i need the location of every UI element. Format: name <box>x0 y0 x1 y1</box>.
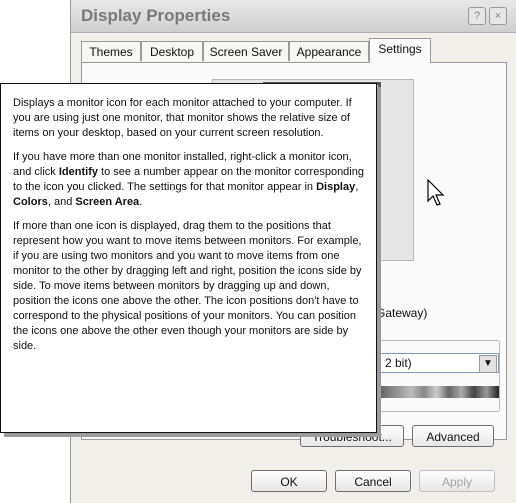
tooltip-text: . <box>139 196 143 208</box>
color-quality-select[interactable]: 2 bit) ▼ <box>374 353 499 373</box>
help-icon[interactable]: ? <box>468 7 486 25</box>
tooltip-paragraph-1: Displays a monitor icon for each monitor… <box>13 97 352 139</box>
ok-button[interactable]: OK <box>251 470 327 492</box>
tab-themes[interactable]: Themes <box>81 41 141 61</box>
advanced-button[interactable]: Advanced <box>412 425 494 447</box>
tooltip-paragraph-3: If more than one icon is displayed, drag… <box>13 220 362 352</box>
window-title: Display Properties <box>81 6 231 25</box>
chevron-down-icon[interactable]: ▼ <box>479 355 497 373</box>
tooltip-text: , <box>355 181 359 193</box>
close-icon[interactable]: × <box>489 7 507 25</box>
color-quality-value: 2 bit) <box>385 356 412 370</box>
tooltip-keyword-identify: Identify <box>58 166 98 178</box>
arrow-cursor-icon <box>427 179 445 206</box>
title-bar: Display Properties ? × <box>71 0 516 33</box>
cancel-button[interactable]: Cancel <box>335 470 411 492</box>
tooltip-paragraph-2: If you have more than one monitor instal… <box>13 150 368 210</box>
tab-desktop[interactable]: Desktop <box>141 41 203 61</box>
tab-settings[interactable]: Settings <box>369 38 431 63</box>
help-tooltip: Displays a monitor icon for each monitor… <box>0 83 377 433</box>
tooltip-keyword-screen-area: Screen Area <box>75 196 140 208</box>
tab-appearance[interactable]: Appearance <box>289 41 369 61</box>
tooltip-keyword-display: Display <box>316 181 356 193</box>
tab-screen-saver[interactable]: Screen Saver <box>203 41 289 61</box>
display-name-text: Gateway) <box>376 306 428 320</box>
color-preview-bar <box>374 386 499 398</box>
tooltip-keyword-colors: Colors <box>13 196 48 208</box>
apply-button[interactable]: Apply <box>419 470 495 492</box>
tooltip-text: , and <box>47 196 76 208</box>
